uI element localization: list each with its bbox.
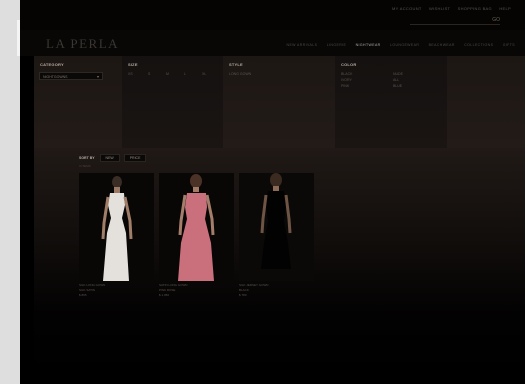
filter-panel: CATEGORY NIGHTGOWNS ▾ SIZE XS S M L XL S… <box>34 56 525 148</box>
product-listing: SORT BY NEW PRICE 3 ITEMS SILK LONG GOWN… <box>34 148 525 384</box>
nav-loungewear[interactable]: LOUNGEWEAR <box>390 43 419 47</box>
product-price: $ 780 <box>239 293 247 297</box>
chevron-down-icon: ▾ <box>96 74 99 79</box>
nav-lingerie[interactable]: LINGERIE <box>327 43 347 47</box>
size-option[interactable]: M <box>166 72 169 76</box>
filter-color: COLOR BLACK IVORY PINK NUDE ALL BLUE <box>335 56 447 148</box>
utility-bar: MY ACCOUNT WISHLIST SHOPPING BAG HELP GO <box>20 0 525 30</box>
filter-color-heading: COLOR <box>341 62 357 67</box>
utility-links: MY ACCOUNT WISHLIST SHOPPING BAG HELP <box>386 6 511 11</box>
product-image[interactable] <box>159 173 234 281</box>
nav-new-arrivals[interactable]: NEW ARRIVALS <box>287 43 318 47</box>
nav-nightwear[interactable]: NIGHTWEAR <box>356 43 381 47</box>
brand-logo[interactable]: LA PERLA <box>46 36 119 52</box>
pink-gown-image <box>159 173 234 281</box>
help-link[interactable]: HELP <box>499 6 511 11</box>
filter-category-heading: CATEGORY <box>40 62 64 67</box>
filter-size: SIZE XS S M L XL <box>122 56 223 148</box>
main-nav: NEW ARRIVALS LINGERIE NIGHTWEAR LOUNGEWE… <box>279 43 515 47</box>
product-image[interactable] <box>79 173 154 281</box>
filter-style: STYLE LONG GOWN <box>223 56 335 148</box>
product-price: $ 895 <box>79 293 87 297</box>
product-image[interactable] <box>239 173 314 281</box>
category-select[interactable]: NIGHTGOWNS ▾ <box>39 72 103 80</box>
sort-price-button[interactable]: PRICE <box>123 154 147 162</box>
shopping-bag-link[interactable]: SHOPPING BAG <box>458 6 492 11</box>
filter-style-heading: STYLE <box>229 62 243 67</box>
white-gown-image <box>79 173 154 281</box>
color-option[interactable]: PINK <box>341 84 349 88</box>
product-caption: SILK LONG GOWN SILK SATIN $ 895 <box>79 283 154 298</box>
category-select-value: NIGHTGOWNS <box>43 75 68 79</box>
size-option[interactable]: L <box>184 72 186 76</box>
sort-bar: SORT BY NEW PRICE <box>79 154 149 162</box>
filter-category: CATEGORY NIGHTGOWNS ▾ <box>34 56 122 148</box>
product-card[interactable]: SATIN LONG GOWN PINK ROSE $ 1,050 <box>159 173 234 298</box>
product-caption: SILK JERSEY GOWN BLACK $ 780 <box>239 283 314 298</box>
style-option[interactable]: LONG GOWN <box>229 72 251 76</box>
my-account-link[interactable]: MY ACCOUNT <box>392 6 422 11</box>
search-input[interactable]: GO <box>410 17 500 25</box>
product-card[interactable]: SILK JERSEY GOWN BLACK $ 780 <box>239 173 314 298</box>
color-option[interactable]: ALL <box>393 78 399 82</box>
size-option[interactable]: S <box>148 72 150 76</box>
sort-new-button[interactable]: NEW <box>99 154 120 162</box>
black-gown-image <box>239 173 314 281</box>
size-option[interactable]: XL <box>202 72 206 76</box>
nav-collections[interactable]: COLLECTIONS <box>464 43 493 47</box>
wishlist-link[interactable]: WISHLIST <box>429 6 450 11</box>
site-page: MY ACCOUNT WISHLIST SHOPPING BAG HELP GO… <box>20 0 525 384</box>
header: LA PERLA NEW ARRIVALS LINGERIE NIGHTWEAR… <box>20 30 525 56</box>
item-count: 3 ITEMS <box>79 164 91 168</box>
product-caption: SATIN LONG GOWN PINK ROSE $ 1,050 <box>159 283 234 298</box>
product-price: $ 1,050 <box>159 293 170 297</box>
product-card[interactable]: SILK LONG GOWN SILK SATIN $ 895 <box>79 173 154 298</box>
browser-sidebar <box>0 0 22 384</box>
size-option[interactable]: XS <box>128 72 133 76</box>
color-option[interactable]: IVORY <box>341 78 352 82</box>
color-option[interactable]: BLUE <box>393 84 402 88</box>
nav-gifts[interactable]: GIFTS <box>503 43 515 47</box>
sort-label: SORT BY <box>79 156 95 160</box>
color-option[interactable]: NUDE <box>393 72 403 76</box>
search-go-button[interactable]: GO <box>492 17 500 23</box>
filter-size-heading: SIZE <box>128 62 138 67</box>
color-option[interactable]: BLACK <box>341 72 352 76</box>
nav-beachwear[interactable]: BEACHWEAR <box>429 43 455 47</box>
